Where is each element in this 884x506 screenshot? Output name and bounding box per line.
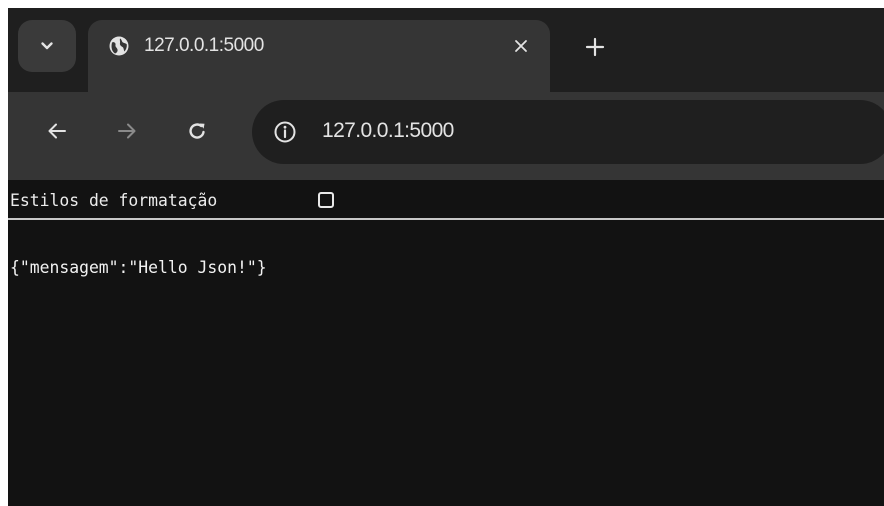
url-text[interactable]: 127.0.0.1:5000 [322, 117, 454, 145]
back-button[interactable] [42, 116, 72, 146]
plus-icon [585, 37, 605, 57]
toolbar: 127.0.0.1:5000 [8, 92, 884, 180]
chevron-down-icon [39, 38, 55, 54]
forward-button[interactable] [112, 116, 142, 146]
arrow-left-icon [46, 120, 68, 142]
json-body: {"mensagem":"Hello Json!"} [10, 258, 267, 277]
tab-strip: 127.0.0.1:5000 [8, 8, 884, 96]
address-bar[interactable]: 127.0.0.1:5000 [252, 100, 884, 164]
page-content: Estilos de formatação {"mensagem":"Hello… [8, 180, 884, 506]
close-icon[interactable] [508, 33, 534, 59]
browser-window: 127.0.0.1:5000 127.0.0.1:5000 Estilos de… [8, 8, 884, 506]
pretty-print-bar: Estilos de formatação [8, 180, 884, 220]
pretty-print-checkbox[interactable] [318, 192, 334, 208]
arrow-right-icon [116, 120, 138, 142]
tab-title: 127.0.0.1:5000 [144, 35, 264, 56]
pretty-print-label: Estilos de formatação [10, 191, 218, 210]
globe-icon [108, 35, 130, 57]
active-tab[interactable]: 127.0.0.1:5000 [88, 20, 550, 96]
info-icon[interactable] [273, 120, 297, 144]
new-tab-button[interactable] [580, 32, 610, 62]
reload-button[interactable] [182, 116, 212, 146]
tab-search-button[interactable] [18, 20, 76, 72]
reload-icon [186, 120, 208, 142]
